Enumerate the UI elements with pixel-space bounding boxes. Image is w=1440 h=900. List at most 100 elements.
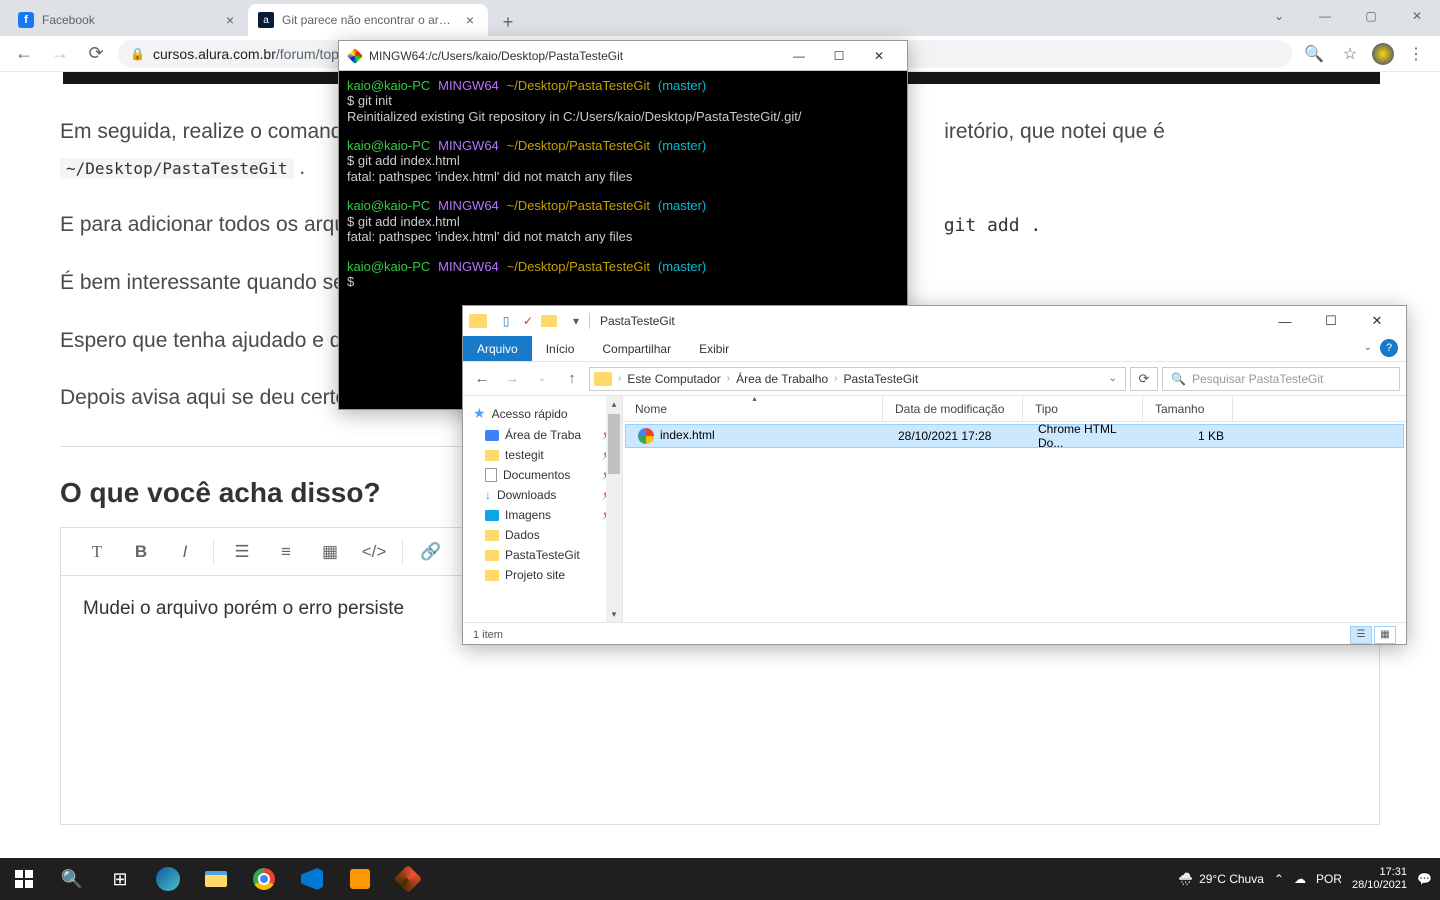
explorer-recent-button[interactable]: ⌄ <box>529 366 555 392</box>
bold-button[interactable]: B <box>119 530 163 574</box>
qat-checkmark-icon[interactable]: ✓ <box>519 312 537 330</box>
sidebar-item-testegit[interactable]: testegit📌 <box>463 445 622 465</box>
sidebar-item-images[interactable]: Imagens📌 <box>463 505 622 525</box>
sidebar-item-pastatestegit[interactable]: PastaTesteGit <box>463 545 622 565</box>
file-type: Chrome HTML Do... <box>1026 422 1146 450</box>
taskbar-gitbash-icon[interactable] <box>384 858 432 900</box>
sidebar-item-projetosite[interactable]: Projeto site <box>463 565 622 585</box>
code-button[interactable]: </> <box>352 530 396 574</box>
breadcrumb-dropdown-icon[interactable]: ⌄ <box>1109 373 1121 384</box>
browser-tab-facebook[interactable]: f Facebook × <box>8 4 248 36</box>
browser-tab-alura[interactable]: a Git parece não encontrar o arqui × <box>248 4 488 36</box>
icons-view-button[interactable]: ▦ <box>1374 626 1396 644</box>
column-header-name[interactable]: Nome▴ <box>623 396 883 421</box>
taskbar-edge-icon[interactable] <box>144 858 192 900</box>
tab-close-button[interactable]: × <box>222 12 238 28</box>
ribbon-tab-view[interactable]: Exibir <box>685 336 743 361</box>
chrome-file-icon <box>638 428 654 444</box>
numbered-list-button[interactable]: ≡ <box>264 530 308 574</box>
explorer-minimize-button[interactable]: — <box>1262 307 1308 335</box>
terminal-close-button[interactable]: ✕ <box>859 42 899 70</box>
facebook-icon: f <box>18 12 34 28</box>
minimize-button[interactable]: — <box>1302 0 1348 32</box>
scroll-thumb[interactable] <box>608 414 620 474</box>
explorer-forward-button[interactable]: → <box>499 366 525 392</box>
help-button[interactable]: ? <box>1380 339 1398 357</box>
file-row-selected[interactable]: index.html 28/10/2021 17:28 Chrome HTML … <box>625 424 1404 448</box>
bullet-list-button[interactable]: ☰ <box>220 530 264 574</box>
breadcrumb-item[interactable]: Este Computador <box>623 372 724 386</box>
terminal-maximize-button[interactable]: ☐ <box>819 42 859 70</box>
sidebar-item-dados[interactable]: Dados <box>463 525 622 545</box>
sidebar-item-downloads[interactable]: ↓Downloads📌 <box>463 485 622 505</box>
explorer-status-bar: 1 item ☰ ▦ <box>463 622 1406 646</box>
ribbon-tab-home[interactable]: Início <box>532 336 589 361</box>
explorer-search-input[interactable]: 🔍 Pesquisar PastaTesteGit <box>1162 367 1400 391</box>
back-button[interactable]: ← <box>10 40 38 68</box>
folder-icon <box>485 570 499 581</box>
task-view-button[interactable]: ⊞ <box>96 858 144 900</box>
italic-button[interactable]: I <box>163 530 207 574</box>
chrome-chevron-icon[interactable]: ⌄ <box>1256 0 1302 32</box>
folder-icon <box>485 530 499 541</box>
ribbon-expand-icon[interactable]: ⌄ <box>1364 342 1372 353</box>
weather-widget[interactable]: 🌧️ 29°C Chuva <box>1178 872 1264 886</box>
extension-icon[interactable] <box>1372 43 1394 65</box>
taskbar-chrome-icon[interactable] <box>240 858 288 900</box>
sidebar-quick-access[interactable]: ★Acesso rápido <box>463 402 622 425</box>
column-header-size[interactable]: Tamanho <box>1143 396 1233 421</box>
taskbar-explorer-icon[interactable] <box>192 858 240 900</box>
chrome-menu-button[interactable]: ⋮ <box>1402 40 1430 68</box>
qat-dropdown-icon[interactable]: ▾ <box>567 312 585 330</box>
ribbon-tab-file[interactable]: Arquivo <box>463 336 532 361</box>
bookmark-star-icon[interactable]: ☆ <box>1336 40 1364 68</box>
search-icon: 🔍 <box>1171 372 1186 386</box>
sidebar-item-desktop[interactable]: Área de Traba📌 <box>463 425 622 445</box>
qat-properties-icon[interactable]: ▯ <box>497 312 515 330</box>
reload-button[interactable]: ⟳ <box>82 40 110 68</box>
tray-chevron-icon[interactable]: ⌃ <box>1274 872 1284 886</box>
search-button[interactable]: 🔍 <box>48 858 96 900</box>
ribbon-tab-share[interactable]: Compartilhar <box>588 336 685 361</box>
explorer-maximize-button[interactable]: ☐ <box>1308 307 1354 335</box>
explorer-back-button[interactable]: ← <box>469 366 495 392</box>
explorer-titlebar[interactable]: ▯ ✓ ▾ PastaTesteGit — ☐ ✕ <box>463 306 1406 336</box>
explorer-breadcrumb[interactable]: › Este Computador › Área de Trabalho › P… <box>589 367 1126 391</box>
sidebar-scrollbar[interactable]: ▴ ▾ <box>606 396 622 622</box>
terminal-titlebar[interactable]: MINGW64:/c/Users/kaio/Desktop/PastaTeste… <box>339 41 907 71</box>
scroll-down-icon[interactable]: ▾ <box>606 606 622 622</box>
tray-language[interactable]: POR <box>1316 872 1342 886</box>
sidebar-item-documents[interactable]: Documentos📌 <box>463 465 622 485</box>
zoom-icon[interactable]: 🔍 <box>1300 40 1328 68</box>
tab-close-button[interactable]: × <box>462 12 478 28</box>
scroll-up-icon[interactable]: ▴ <box>606 396 622 412</box>
taskbar-sublime-icon[interactable] <box>336 858 384 900</box>
close-button[interactable]: ✕ <box>1394 0 1440 32</box>
tray-clock[interactable]: 17:31 28/10/2021 <box>1352 866 1407 892</box>
link-button[interactable]: 🔗 <box>409 530 453 574</box>
start-button[interactable] <box>0 858 48 900</box>
breadcrumb-item[interactable]: PastaTesteGit <box>839 372 922 386</box>
sort-indicator-icon: ▴ <box>753 394 757 403</box>
details-view-button[interactable]: ☰ <box>1350 626 1372 644</box>
new-tab-button[interactable]: + <box>494 8 522 36</box>
column-header-date[interactable]: Data de modificação <box>883 396 1023 421</box>
forward-button[interactable]: → <box>46 40 74 68</box>
terminal-output[interactable]: kaio@kaio-PC MINGW64 ~/Desktop/PastaTest… <box>339 71 907 298</box>
terminal-title: MINGW64:/c/Users/kaio/Desktop/PastaTeste… <box>369 49 779 63</box>
alura-icon: a <box>258 12 274 28</box>
file-size: 1 KB <box>1146 429 1236 443</box>
column-header-type[interactable]: Tipo <box>1023 396 1143 421</box>
explorer-close-button[interactable]: ✕ <box>1354 307 1400 335</box>
tray-onedrive-icon[interactable]: ☁ <box>1294 872 1306 886</box>
explorer-up-button[interactable]: ↑ <box>559 366 585 392</box>
notifications-button[interactable]: 💬 <box>1417 872 1432 886</box>
explorer-refresh-button[interactable]: ⟳ <box>1130 367 1158 391</box>
maximize-button[interactable]: ▢ <box>1348 0 1394 32</box>
breadcrumb-item[interactable]: Área de Trabalho <box>732 372 832 386</box>
terminal-minimize-button[interactable]: — <box>779 42 819 70</box>
table-button[interactable]: ▦ <box>308 530 352 574</box>
taskbar-vscode-icon[interactable] <box>288 858 336 900</box>
heading-button[interactable]: T <box>75 530 119 574</box>
images-icon <box>485 510 499 521</box>
